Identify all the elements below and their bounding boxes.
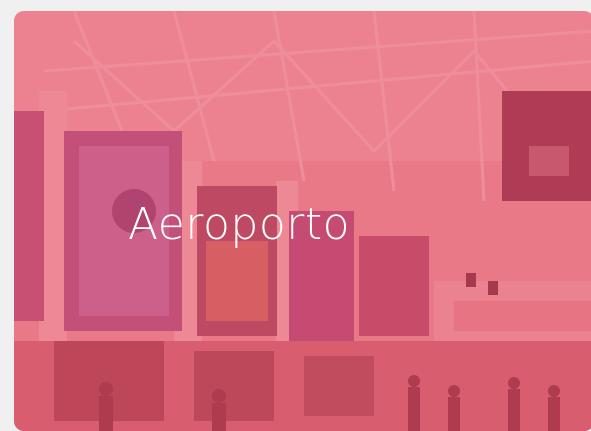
card-title: Aeroporto xyxy=(127,199,351,250)
category-card-aeroporto[interactable]: Aeroporto xyxy=(14,11,591,431)
